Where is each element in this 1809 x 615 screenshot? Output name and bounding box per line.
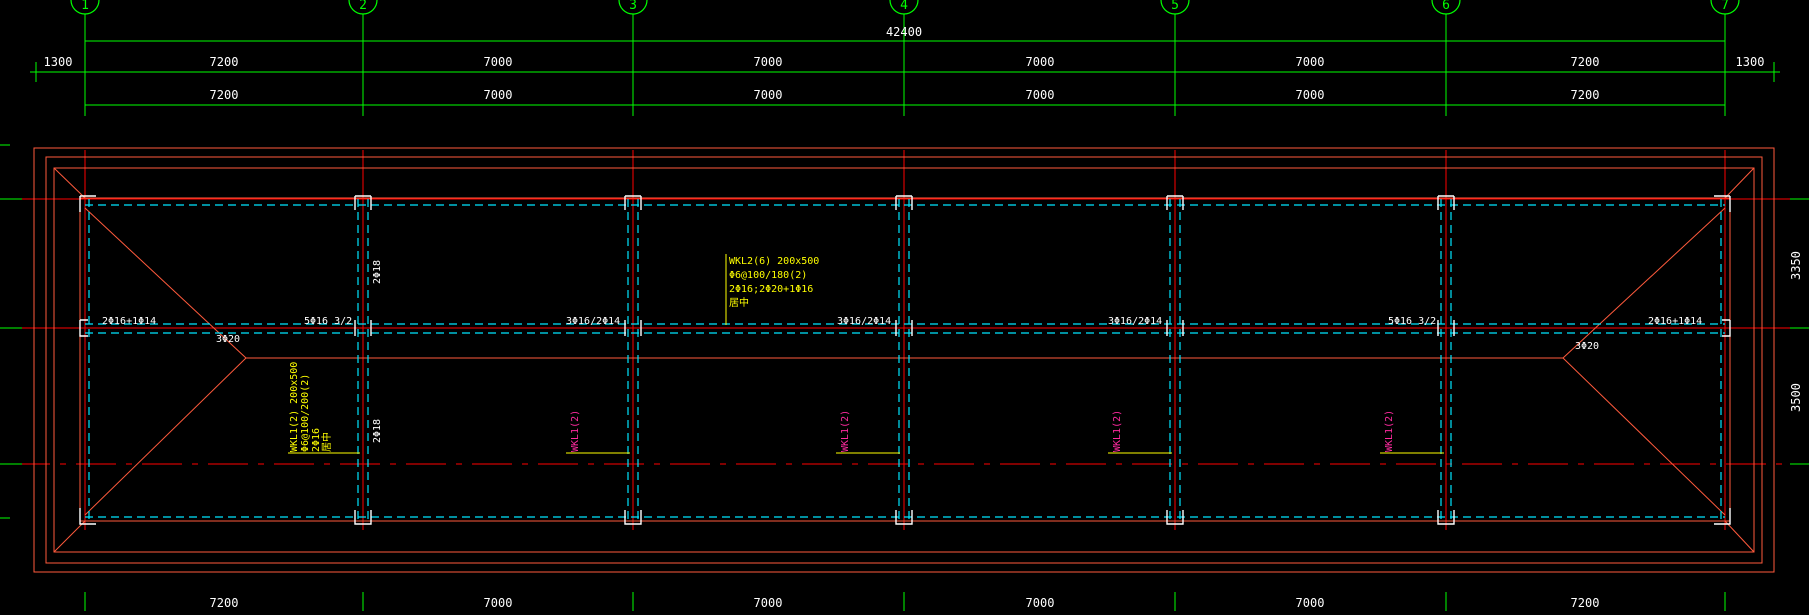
dim-row2-1: 7000 — [484, 88, 513, 102]
right-dimensions: 3350 3500 — [1789, 251, 1803, 412]
wkl1-annotation: WKL1(2) 200x500 Φ6@100/200(2) 2Φ16 居中 — [288, 362, 360, 454]
bottom-dimension-lines — [84, 592, 1726, 611]
axis-label-3: 3 — [629, 0, 637, 13]
wkl-magenta-label: WKL1(2) — [840, 410, 851, 452]
dim-row2-4: 7000 — [1296, 88, 1325, 102]
rebar-label: 5Φ16 3/2 — [304, 316, 352, 327]
drawing-canvas: 1 2 3 4 5 6 7 42400 1300 7200 7000 7000 … — [0, 0, 1809, 611]
wkl2-annotation: WKL2(6) 200x500 Φ6@100/180(2) 2Φ16;2Φ20+… — [725, 254, 819, 325]
dim-row1-1: 7200 — [210, 55, 239, 69]
wkl-magenta-label: WKL1(2) — [1384, 410, 1395, 452]
right-dim-1: 3500 — [1789, 383, 1803, 412]
magenta-beam-labels: WKL1(2) WKL1(2) WKL1(2) WKL1(2) — [566, 410, 1444, 454]
dim-row1-6: 7200 — [1571, 55, 1600, 69]
hidden-beams — [85, 199, 1725, 521]
axis-label-1: 1 — [81, 0, 89, 13]
axis-label-6: 6 — [1442, 0, 1450, 13]
dim-row1-2: 7000 — [484, 55, 513, 69]
axis-grid — [10, 150, 1800, 530]
overall-dimension: 42400 — [886, 25, 922, 39]
wkl2-line-2: 2Φ16;2Φ20+1Φ16 — [729, 284, 813, 295]
wkl1-line-1: Φ6@100/200(2) — [300, 374, 311, 452]
wkl1-line-3: 居中 — [320, 432, 333, 452]
wkl1-line-2: 2Φ16 — [311, 428, 322, 452]
mid-rebar-annotations: 2Φ16+1Φ14 5Φ16 3/2 3Φ16/2Φ14 3Φ16/2Φ14 3… — [102, 316, 1702, 352]
rebar-label: 2Φ16+1Φ14 — [102, 316, 156, 327]
column-mark — [79, 508, 96, 525]
bottom-dim-0: 7200 — [210, 596, 239, 610]
rebar-label: 2Φ18 — [372, 260, 383, 284]
dim-row2-0: 7200 — [210, 88, 239, 102]
rebar-label: 3Φ16/2Φ14 — [837, 316, 891, 327]
dim-row1-0: 1300 — [44, 55, 73, 69]
dim-row2-3: 7000 — [1026, 88, 1055, 102]
wkl-magenta-label: WKL1(2) — [570, 410, 581, 452]
axis-label-2: 2 — [359, 0, 367, 13]
rebar-label: 2Φ16+1Φ14 — [1648, 316, 1702, 327]
axis-label-5: 5 — [1171, 0, 1179, 13]
vert-rebar-annotations: 2Φ18 2Φ18 — [372, 260, 383, 443]
wkl2-line-0: WKL2(6) 200x500 — [729, 256, 819, 267]
bottom-dim-4: 7000 — [1296, 596, 1325, 610]
wkl-magenta-label: WKL1(2) — [1112, 410, 1123, 452]
dim-row2-5: 7200 — [1571, 88, 1600, 102]
bottom-dim-1: 7000 — [484, 596, 513, 610]
dim-row1-3: 7000 — [754, 55, 783, 69]
column-mark — [1714, 508, 1731, 525]
right-dim-0: 3350 — [1789, 251, 1803, 280]
axis-label-7: 7 — [1721, 0, 1729, 13]
bottom-dim-3: 7000 — [1026, 596, 1055, 610]
hip-rebar-label: 3Φ20 — [1575, 341, 1599, 352]
dim-row1-7: 1300 — [1736, 55, 1765, 69]
wkl2-line-3: 居中 — [729, 296, 749, 309]
dim-row2-2: 7000 — [754, 88, 783, 102]
bottom-dim-2: 7000 — [754, 596, 783, 610]
structural-plan: 1 2 3 4 5 6 7 42400 1300 7200 7000 7000 … — [0, 0, 1809, 611]
axis-label-4: 4 — [900, 0, 908, 13]
wkl1-line-0: WKL1(2) 200x500 — [289, 362, 300, 452]
wkl2-line-1: Φ6@100/180(2) — [729, 270, 807, 281]
columns — [79, 195, 1731, 525]
hip-rebar-label: 3Φ20 — [216, 334, 240, 345]
bottom-dim-5: 7200 — [1571, 596, 1600, 610]
dim-row1-5: 7000 — [1296, 55, 1325, 69]
rebar-label: 2Φ18 — [372, 419, 383, 443]
rebar-label: 3Φ16/2Φ14 — [1108, 316, 1162, 327]
rebar-label: 5Φ16 3/2 — [1388, 316, 1436, 327]
dim-row1-4: 7000 — [1026, 55, 1055, 69]
rebar-label: 3Φ16/2Φ14 — [566, 316, 620, 327]
